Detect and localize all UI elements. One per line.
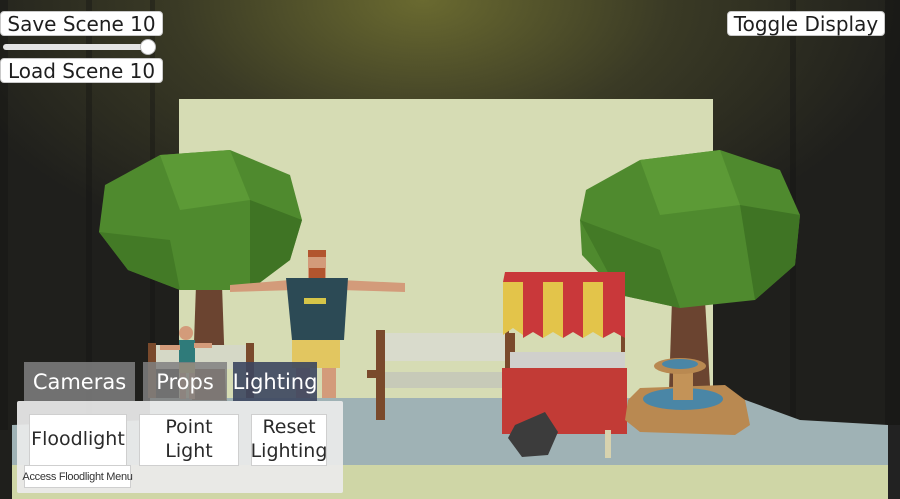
access-floodlight-menu-button[interactable]: Access Floodlight Menu bbox=[22, 465, 133, 488]
slider-handle[interactable] bbox=[140, 39, 156, 55]
scene-slider[interactable] bbox=[3, 39, 159, 55]
load-scene-button[interactable]: Load Scene 10 bbox=[0, 58, 163, 83]
tab-lighting[interactable]: Lighting bbox=[233, 362, 317, 401]
reset-lighting-button[interactable]: Reset Lighting bbox=[251, 414, 327, 466]
food-cart-prop bbox=[502, 272, 627, 458]
tab-cameras[interactable]: Cameras bbox=[24, 362, 135, 401]
slider-track[interactable] bbox=[3, 44, 153, 50]
reset-lighting-label-line2: Lighting bbox=[250, 440, 328, 462]
cart-awning bbox=[503, 272, 625, 338]
save-scene-button[interactable]: Save Scene 10 bbox=[0, 11, 163, 36]
point-light-button[interactable]: Point Light bbox=[139, 414, 239, 466]
toggle-display-button[interactable]: Toggle Display bbox=[727, 11, 885, 36]
tab-props[interactable]: Props bbox=[143, 362, 227, 401]
floodlight-button[interactable]: Floodlight bbox=[29, 414, 127, 466]
reset-lighting-label-line1: Reset bbox=[262, 416, 316, 439]
